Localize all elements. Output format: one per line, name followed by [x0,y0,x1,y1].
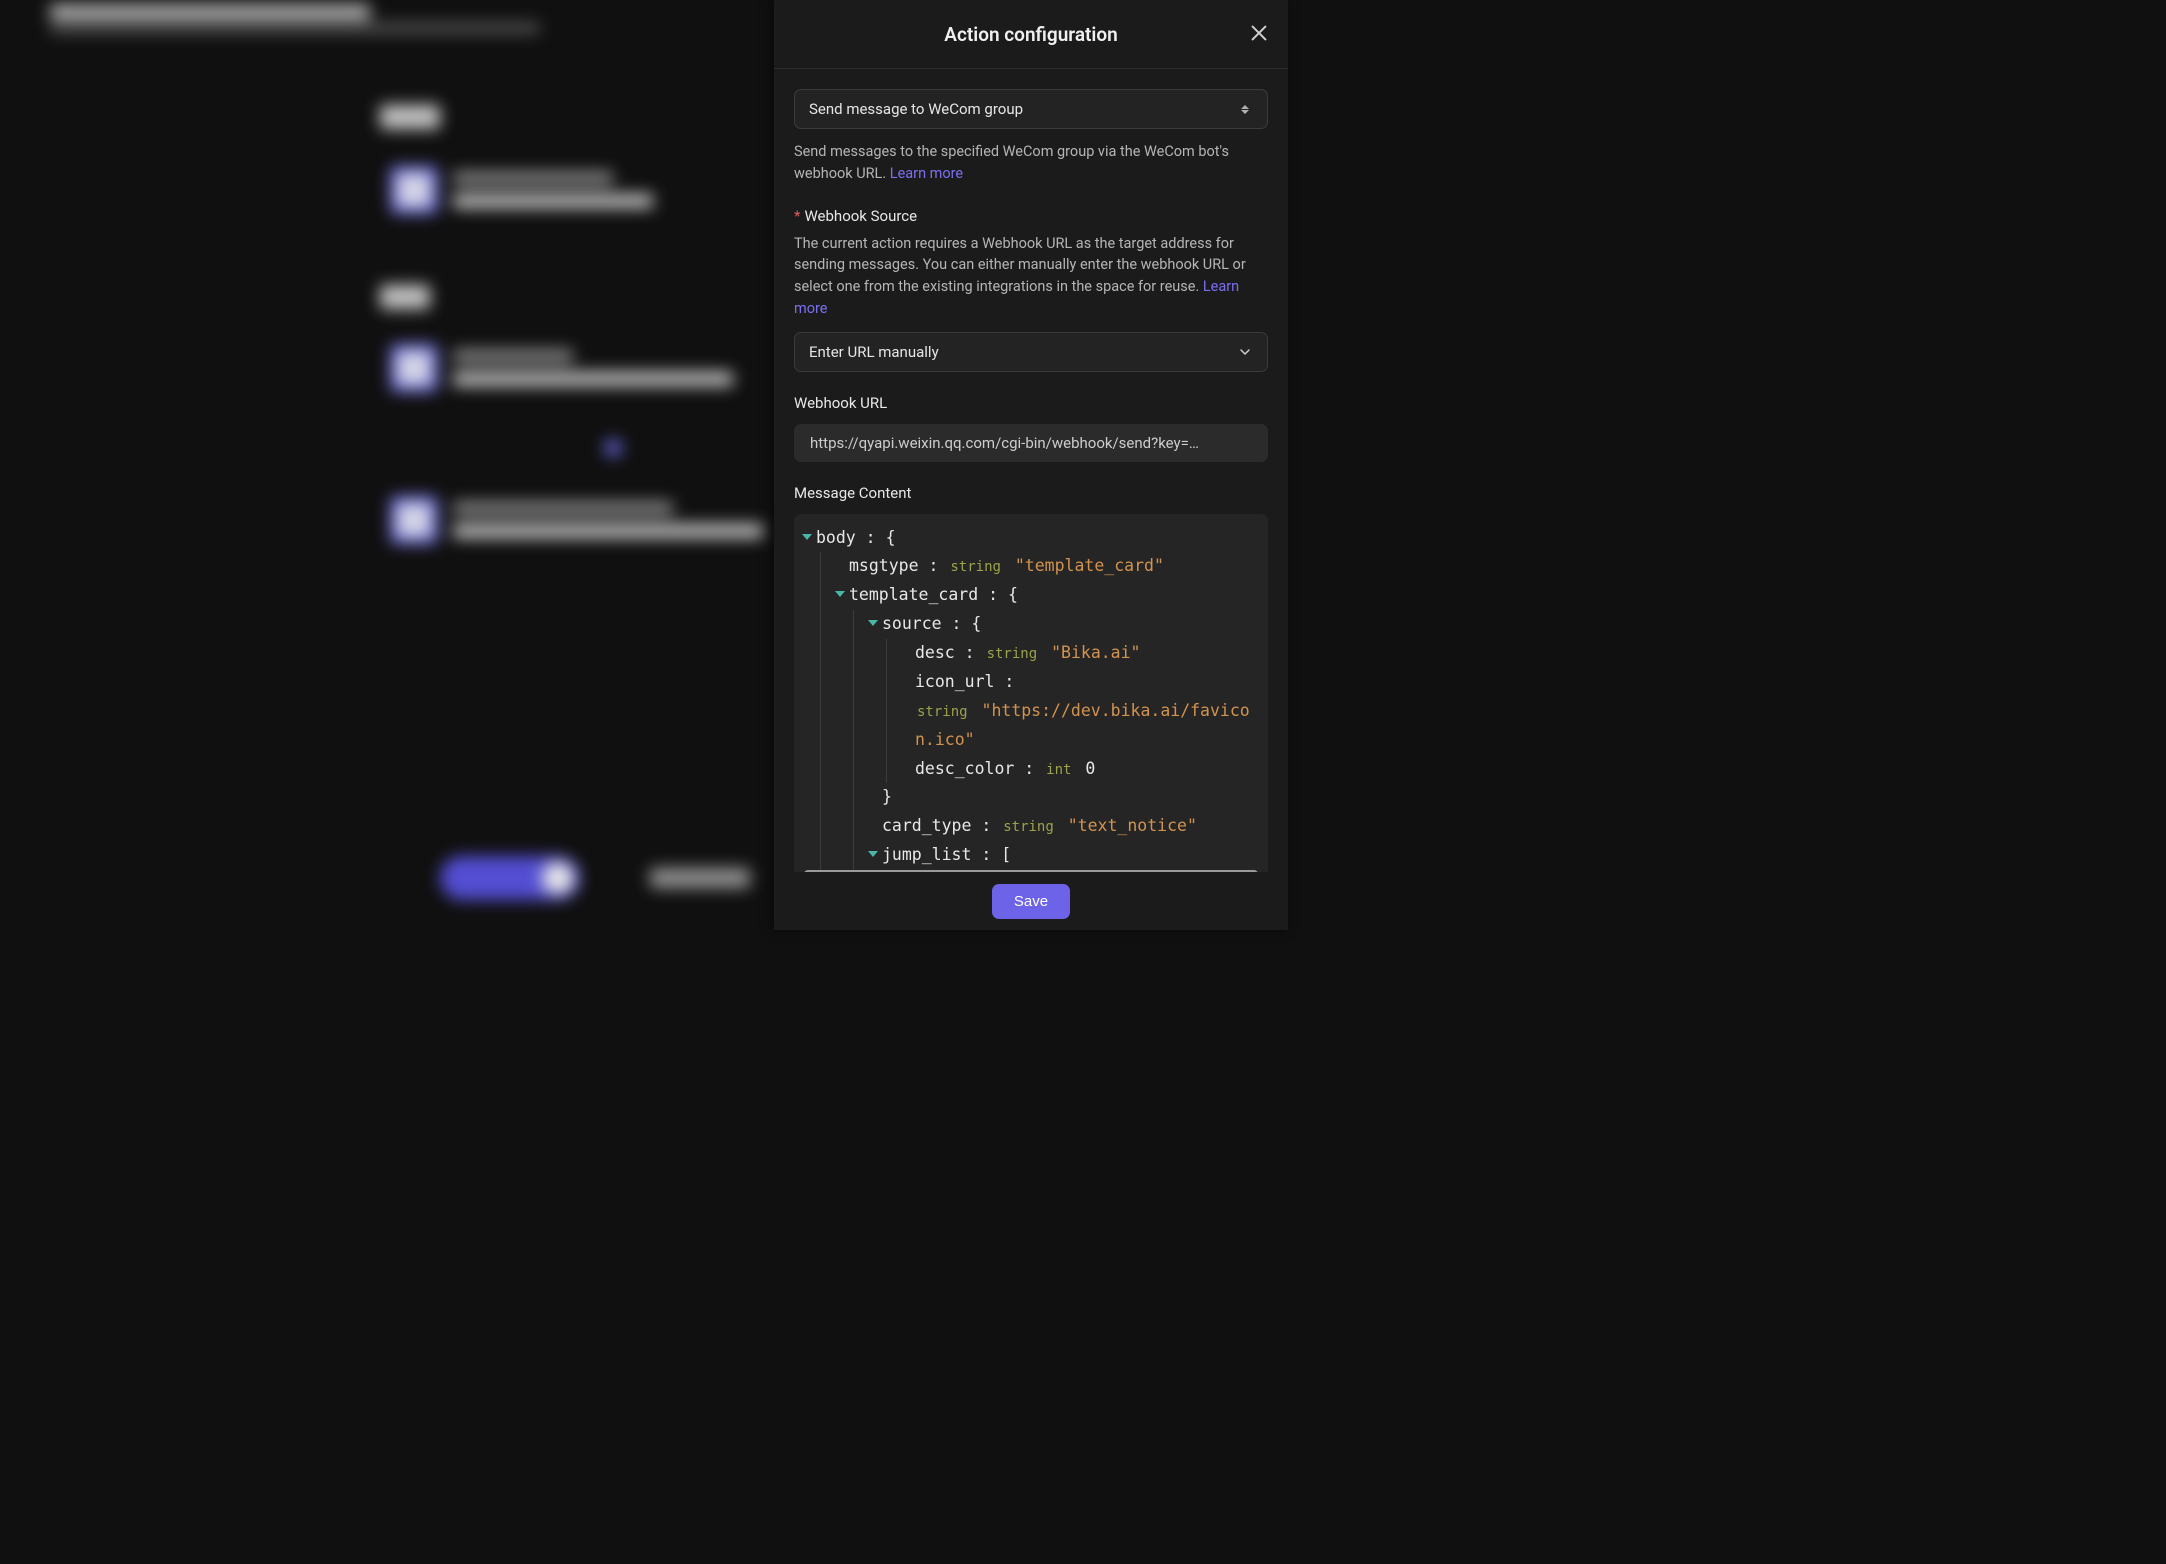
learn-more-link[interactable]: Learn more [890,165,963,182]
action-configuration-panel: Action configuration Send message to WeC… [774,0,1288,930]
caret-icon[interactable] [802,534,812,540]
caret-icon[interactable] [868,851,878,857]
close-icon[interactable] [1248,22,1270,44]
message-content-editor[interactable]: body : { msgtype : string "template_card… [794,514,1268,873]
panel-header: Action configuration [774,0,1288,69]
webhook-url-field[interactable] [808,433,1254,453]
action-description: Send messages to the specified WeCom gro… [794,141,1268,185]
panel-title: Action configuration [944,23,1117,46]
required-asterisk: * [794,207,800,225]
panel-body: Send message to WeCom group Send message… [774,69,1288,872]
webhook-url-input[interactable] [794,424,1268,462]
save-button[interactable]: Save [992,884,1070,919]
webhook-source-label: *Webhook Source [794,207,1268,225]
caret-icon[interactable] [868,620,878,626]
caret-icon[interactable] [835,591,845,597]
chevron-down-icon [1237,344,1253,360]
message-content-label: Message Content [794,484,1268,502]
panel-footer: Save [774,872,1288,930]
webhook-source-value: Enter URL manually [809,343,939,361]
webhook-url-label: Webhook URL [794,394,1268,412]
action-select-value: Send message to WeCom group [809,100,1023,118]
webhook-source-select[interactable]: Enter URL manually [794,332,1268,372]
webhook-source-description: The current action requires a Webhook UR… [794,233,1268,320]
chevron-updown-icon [1237,105,1253,114]
action-select[interactable]: Send message to WeCom group [794,89,1268,129]
